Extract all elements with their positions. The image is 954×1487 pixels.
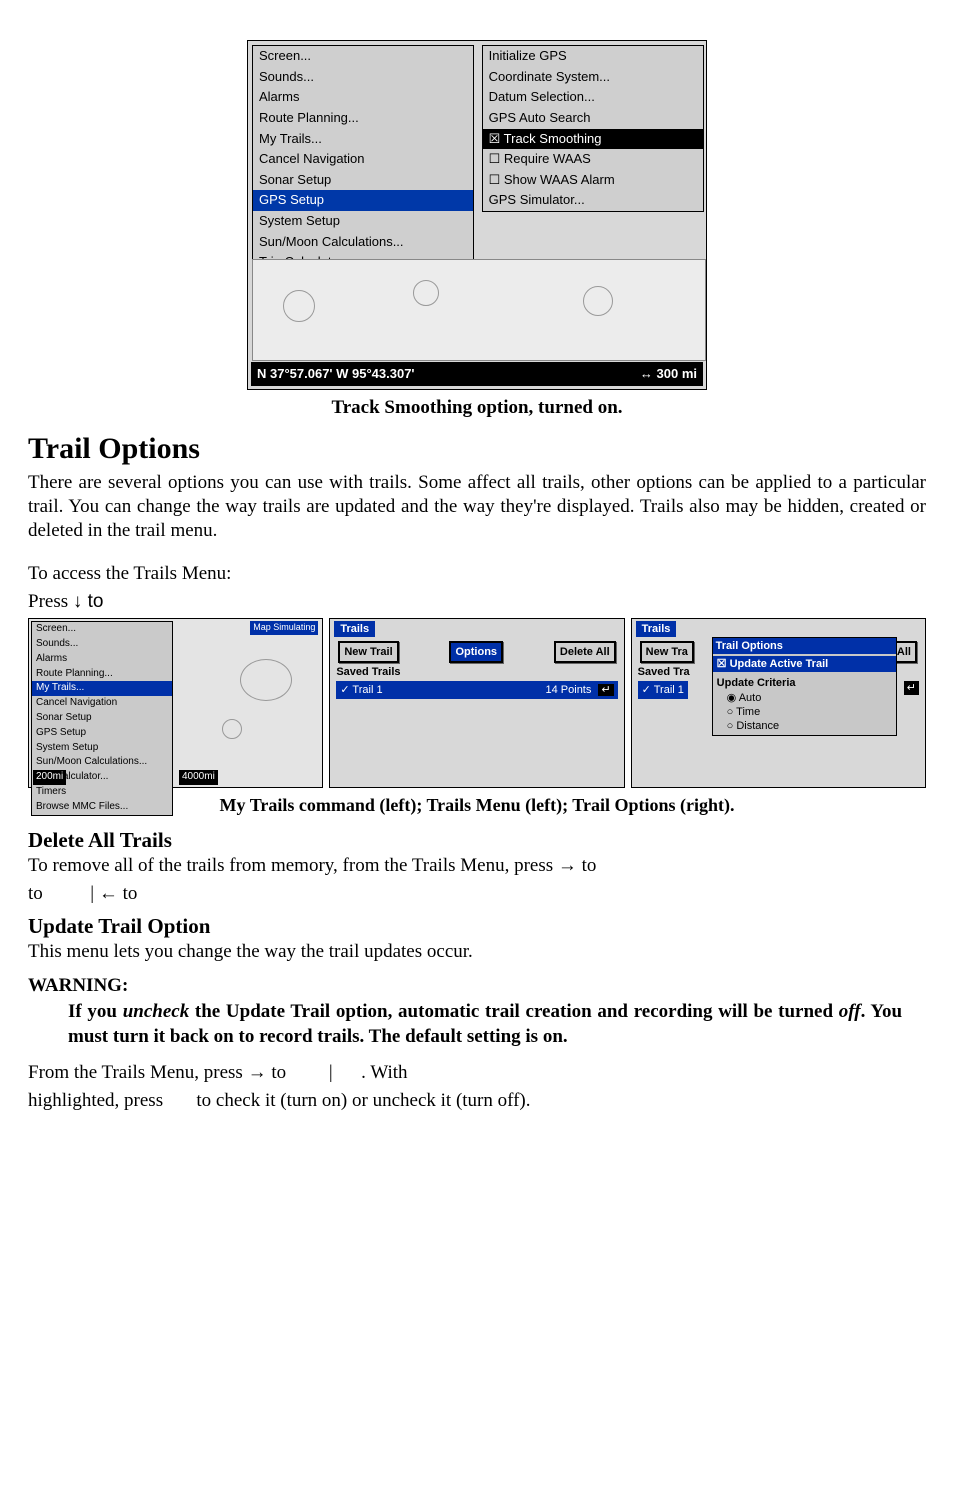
para-from-menu: From the Trails Menu, press → to | . Wit… xyxy=(28,1061,926,1085)
p4b-text: | ← to xyxy=(90,883,137,904)
trail-row: ✓ Trail 1 14 Points ↵ xyxy=(336,681,617,699)
menu-item: Sonar Setup xyxy=(253,170,473,191)
submenu-item: Initialize GPS xyxy=(483,46,703,67)
map-area xyxy=(252,259,706,361)
menu-item: Screen... xyxy=(253,46,473,67)
menu-item: Alarms xyxy=(32,652,172,667)
w1: If you xyxy=(68,1001,123,1022)
saved-trails-cut: Saved Tra xyxy=(638,665,690,679)
trail-options-popup: Trail Options ☒ Update Active Trail Updat… xyxy=(712,637,897,735)
scale-A: 200mi xyxy=(33,770,66,785)
panelC-title: Trails xyxy=(636,621,677,637)
submenu-item: GPS Simulator... xyxy=(483,190,703,211)
caption-1: Track Smoothing option, turned on. xyxy=(28,396,926,420)
menu-item: Sun/Moon Calculations... xyxy=(253,232,473,253)
warning-body: If you uncheck the Update Trail option, … xyxy=(68,1000,902,1049)
menu-item: Sounds... xyxy=(32,637,172,652)
menu-item: Timers xyxy=(32,785,172,800)
popup-item: Update Criteria xyxy=(717,676,892,690)
w2: uncheck xyxy=(123,1001,190,1022)
press-label: Press xyxy=(28,591,73,612)
para-highlighted: highlighted, press to check it (turn on)… xyxy=(28,1089,926,1113)
heading-update-trail: Update Trail Option xyxy=(28,913,926,940)
gps-submenu: Initialize GPSCoordinate System...Datum … xyxy=(482,45,704,212)
menu-my-trails: Screen...Sounds...AlarmsRoute Planning..… xyxy=(31,621,173,815)
dialog-button: New Trail xyxy=(338,641,398,663)
popup-item: ☒ Update Active Trail xyxy=(713,656,896,672)
p6c: . With xyxy=(361,1062,407,1083)
popup-title: Trail Options xyxy=(713,638,896,654)
popup-item: ○ Distance xyxy=(717,719,892,733)
sim-note: Map Simulating xyxy=(250,621,318,635)
submenu-item: GPS Auto Search xyxy=(483,108,703,129)
para-delete-2: to | ← to xyxy=(28,882,926,906)
menu-item: Alarms xyxy=(253,87,473,108)
submenu-item: ☒ Track Smoothing xyxy=(483,129,703,150)
menu-item: Sonar Setup xyxy=(32,711,172,726)
panelB-title: Trails xyxy=(334,621,375,637)
p7b: to check it (turn on) or uncheck it (tur… xyxy=(196,1090,530,1111)
trail-points: 14 Points xyxy=(546,684,592,696)
menu-item: Sounds... xyxy=(253,67,473,88)
menu-item: Route Planning... xyxy=(253,108,473,129)
enter-icon: ↵ xyxy=(598,684,613,696)
coords: N 37°57.067' W 95°43.307' xyxy=(257,366,415,383)
submenu-item: ☐ Show WAAS Alarm xyxy=(483,170,703,191)
heading-trail-options: Trail Options xyxy=(28,430,926,468)
down-arrow-text: ↓ to xyxy=(73,591,104,612)
p6b: | xyxy=(329,1062,333,1083)
scale: ↔ 300 mi xyxy=(640,366,697,383)
status-bar: N 37°57.067' W 95°43.307' ↔ 300 mi xyxy=(251,362,703,386)
submenu-item: Datum Selection... xyxy=(483,87,703,108)
para-access: To access the Trails Menu: xyxy=(28,562,926,586)
screenshot-trail-options: Trails New Tra te All Saved Tra ✓ Trail … xyxy=(631,618,926,788)
screenshot-trails-menu: Trails New Trail Options Delete All Saved … xyxy=(329,618,624,788)
para-update: This menu lets you change the way the tr… xyxy=(28,940,926,964)
trail-name: ✓ Trail 1 xyxy=(340,683,382,697)
menu-item: Cancel Navigation xyxy=(32,696,172,711)
p6a: From the Trails Menu, press → to xyxy=(28,1062,291,1083)
menu-item: System Setup xyxy=(32,741,172,756)
menu-item: Sun/Moon Calculations... xyxy=(32,755,172,770)
heading-delete-all: Delete All Trails xyxy=(28,827,926,854)
submenu-item: Coordinate System... xyxy=(483,67,703,88)
saved-trails-label: Saved Trails xyxy=(336,665,400,679)
submenu-item: ☐ Require WAAS xyxy=(483,149,703,170)
menu-item: My Trails... xyxy=(32,681,172,696)
triple-screenshots: Map Simulating Screen...Sounds...AlarmsR… xyxy=(28,618,926,788)
menu-item: GPS Setup xyxy=(253,190,473,211)
popup-item: ◉ Auto xyxy=(717,691,892,705)
menu-item: Screen... xyxy=(32,622,172,637)
warning-heading: WARNING: xyxy=(28,974,926,998)
menu-item: Browse MMC Files... xyxy=(32,800,172,815)
dialog-button: Options xyxy=(449,641,503,663)
menu-item: System Setup xyxy=(253,211,473,232)
para-press: Press ↓ to xyxy=(28,590,926,614)
screenshot-track-smoothing: Screen...Sounds...AlarmsRoute Planning..… xyxy=(247,40,707,390)
trail-row-C: ✓ Trail 1 xyxy=(638,681,688,699)
popup-item: ○ Time xyxy=(717,705,892,719)
enter-icon-C: ↵ xyxy=(904,681,919,695)
w3: the Update Trail option, automatic trail… xyxy=(189,1001,839,1022)
p7a: highlighted, press xyxy=(28,1090,168,1111)
menu-item: Cancel Navigation xyxy=(253,149,473,170)
scale-A2: 4000mi xyxy=(179,770,218,785)
p4-text: To remove all of the trails from memory,… xyxy=(28,855,596,876)
para-intro: There are several options you can use wi… xyxy=(28,471,926,544)
para-delete: To remove all of the trails from memory,… xyxy=(28,854,926,878)
screenshot-my-trails-cmd: Map Simulating Screen...Sounds...AlarmsR… xyxy=(28,618,323,788)
dialog-button: Delete All xyxy=(554,641,616,663)
new-trail-cut: New Tra xyxy=(640,641,694,663)
menu-item: My Trails... xyxy=(253,129,473,150)
menu-item: GPS Setup xyxy=(32,726,172,741)
w4: off xyxy=(839,1001,861,1022)
menu-item: Route Planning... xyxy=(32,667,172,682)
